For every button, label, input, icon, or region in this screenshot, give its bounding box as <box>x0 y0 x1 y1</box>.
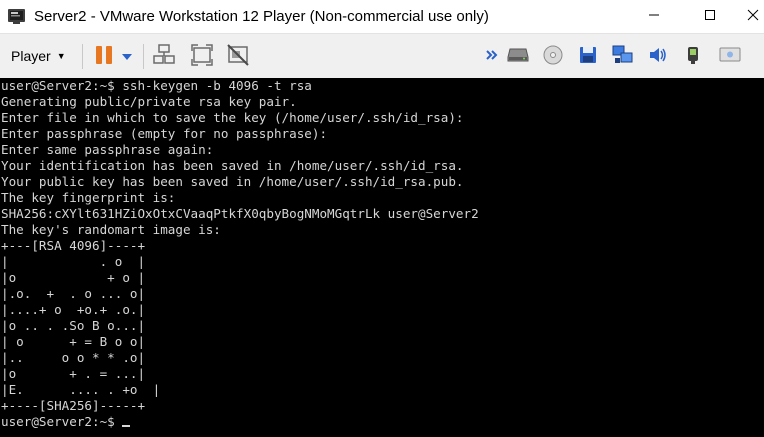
minimize-button[interactable] <box>631 0 677 33</box>
sound-card-device[interactable] <box>647 47 669 67</box>
terminal-line: The key's randomart image is: <box>1 222 221 237</box>
terminal-line: |.o. + . o ... o| <box>1 286 146 301</box>
terminal-line: Enter passphrase (empty for no passphras… <box>1 126 328 141</box>
hard-disk-icon <box>507 46 529 69</box>
fit-guest-button[interactable] <box>189 43 215 72</box>
floppy-device[interactable] <box>577 46 599 69</box>
window-title: Server2 - VMware Workstation 12 Player (… <box>34 8 489 25</box>
terminal-line: |.. o o * * .o| <box>1 350 146 365</box>
unity-button[interactable] <box>225 43 251 72</box>
network-adapter-device[interactable] <box>612 45 634 70</box>
terminal-line: |o + . = ...| <box>1 366 146 381</box>
terminal-line: | o + = B o o| <box>1 334 146 349</box>
terminal-line: Your identification has been saved in /h… <box>1 158 464 173</box>
vm-console[interactable]: user@Server2:~$ ssh-keygen -b 4096 -t rs… <box>0 78 764 437</box>
terminal-line: Your public key has been saved in /home/… <box>1 174 464 189</box>
floppy-icon <box>579 46 597 69</box>
terminal-line: |....+ o +o.+ .o.| <box>1 302 146 317</box>
terminal-line: +----[SHA256]-----+ <box>1 398 146 413</box>
send-ctrl-alt-del-icon <box>152 43 176 72</box>
power-dropdown-icon <box>121 48 133 66</box>
player-menu-button[interactable]: Player ▼ <box>5 44 72 68</box>
player-menu-label: Player <box>11 48 51 64</box>
terminal-line: | . o | <box>1 254 146 269</box>
expand-devices-button[interactable] <box>484 47 500 67</box>
terminal-prompt: user@Server2:~$ <box>1 414 123 429</box>
terminal-line: Generating public/private rsa key pair. <box>1 94 297 109</box>
cd-dvd-device[interactable] <box>542 45 564 70</box>
hard-disk-device[interactable] <box>507 47 529 67</box>
terminal-line: |o + o | <box>1 270 146 285</box>
toolbar-separator <box>82 44 83 69</box>
player-toolbar: Player ▼ <box>0 33 764 79</box>
unity-icon <box>226 43 250 72</box>
terminal-line: The key fingerprint is: <box>1 190 176 205</box>
close-icon <box>747 8 759 26</box>
fit-guest-icon <box>190 43 214 72</box>
pause-button[interactable] <box>91 44 117 70</box>
title-bar: Server2 - VMware Workstation 12 Player (… <box>0 0 764 33</box>
terminal-line: Enter same passphrase again: <box>1 142 214 157</box>
terminal-line: Enter file in which to save the key (/ho… <box>1 110 464 125</box>
expand-devices-icon <box>486 48 498 66</box>
terminal-line: +---[RSA 4096]----+ <box>1 238 146 253</box>
terminal-line: user@Server2:~$ ssh-keygen -b 4096 -t rs… <box>1 78 312 93</box>
terminal-prompt-line: user@Server2:~$ <box>1 414 764 430</box>
terminal-line: |o .. . .So B o...| <box>1 318 146 333</box>
network-adapter-icon <box>612 45 634 70</box>
minimize-icon <box>648 8 660 26</box>
cd-dvd-icon <box>543 45 563 70</box>
terminal-output: user@Server2:~$ ssh-keygen -b 4096 -t rs… <box>0 78 764 430</box>
sound-card-icon <box>648 45 668 70</box>
power-options-dropdown[interactable] <box>118 44 136 70</box>
chevron-down-icon: ▼ <box>56 51 66 61</box>
terminal-line: |E. .... . +o | <box>1 382 161 397</box>
toolbar-separator <box>143 44 144 69</box>
vmware-player-icon <box>7 7 26 26</box>
send-ctrl-alt-del-button[interactable] <box>151 43 177 72</box>
close-button[interactable] <box>730 0 764 33</box>
maximize-button[interactable] <box>687 0 733 33</box>
text-cursor <box>122 425 131 427</box>
display-icon <box>719 46 741 69</box>
display-device[interactable] <box>719 47 741 67</box>
usb-icon <box>684 45 702 70</box>
maximize-icon <box>704 8 716 26</box>
terminal-line: SHA256:cXYlt631HZiOxOtxCVaaqPtkfX0qbyBog… <box>1 206 479 221</box>
usb-device[interactable] <box>682 45 704 70</box>
pause-icon <box>94 44 114 71</box>
